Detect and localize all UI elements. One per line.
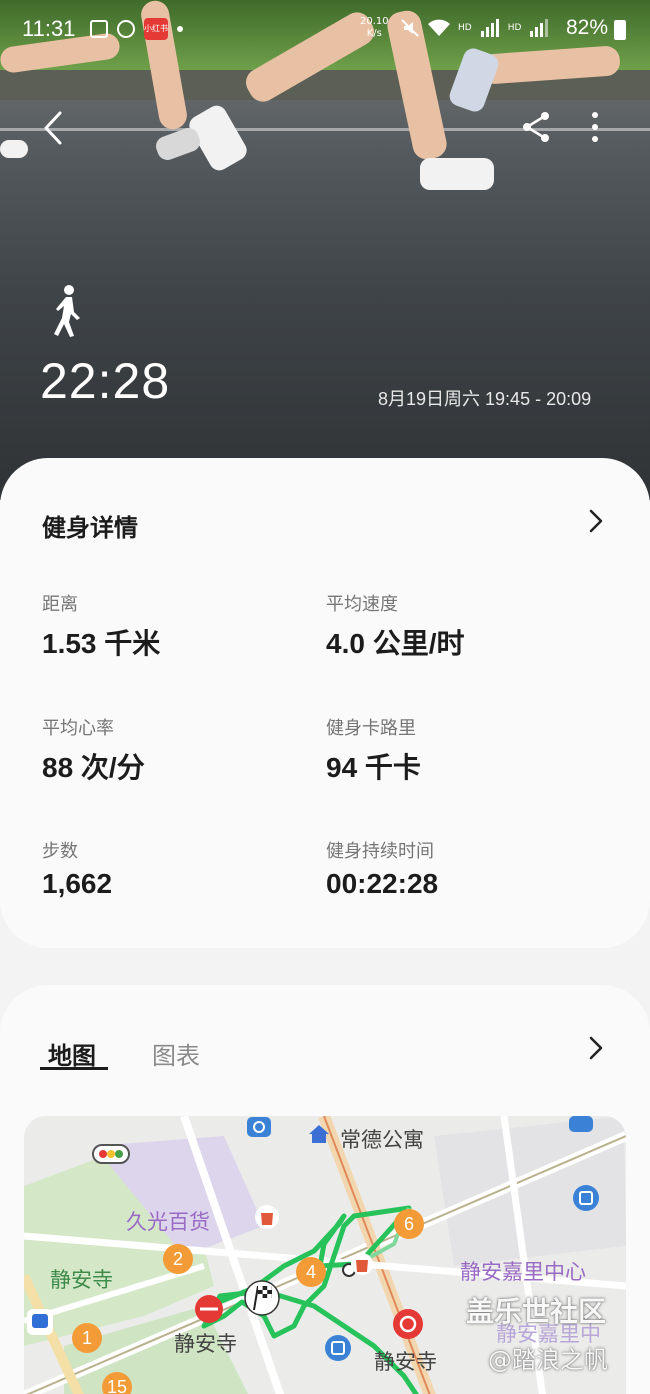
- stat-label-avg-heart-rate: 平均心率: [42, 718, 114, 739]
- metro-icon: [393, 1309, 423, 1339]
- workout-date-range: 8月19日周六 19:45 - 20:09: [378, 389, 592, 409]
- watermark-community: 盖乐世社区: [466, 1295, 607, 1328]
- tab-map[interactable]: 地图: [48, 1036, 96, 1071]
- home-icon: [309, 1125, 329, 1143]
- walk-icon: [54, 285, 80, 337]
- stat-value-calories: 94 千卡: [326, 752, 421, 783]
- network-speed: 20.10 K/s: [360, 16, 389, 40]
- map-label-jiuguang: 久光百货: [126, 1210, 210, 1234]
- accessible-icon: [573, 1185, 599, 1211]
- xiaohongshu-icon: 小红书: [144, 18, 168, 40]
- status-bar: 11:31 小红书 20.10 K/s HD HD 82%: [0, 0, 650, 58]
- hero-lane-line: [0, 128, 650, 131]
- hd-indicator-icon: HD: [458, 23, 472, 33]
- traffic-light-icon[interactable]: [92, 1144, 130, 1164]
- more-options-icon[interactable]: [584, 110, 606, 144]
- watermark-author: @踏浪之帆: [488, 1346, 608, 1374]
- stat-label-avg-speed: 平均速度: [326, 594, 398, 615]
- accessible-icon: [247, 1117, 271, 1137]
- stat-value-steps: 1,662: [42, 868, 113, 899]
- stat-label-duration: 健身持续时间: [326, 841, 434, 862]
- back-button[interactable]: [38, 110, 68, 146]
- route-marker[interactable]: 6: [394, 1209, 424, 1239]
- map-label-kerry-centre: 静安嘉里中心: [460, 1260, 586, 1284]
- finish-flag-icon: [244, 1280, 280, 1316]
- bus-icon: [27, 1309, 53, 1335]
- stat-label-steps: 步数: [42, 841, 78, 862]
- share-icon[interactable]: [520, 110, 552, 144]
- chevron-right-icon[interactable]: [586, 1035, 606, 1061]
- status-time: 11:31: [22, 16, 76, 41]
- tab-chart[interactable]: 图表: [152, 1036, 200, 1071]
- route-marker[interactable]: 4: [296, 1257, 326, 1287]
- gallery-icon: [90, 20, 108, 38]
- battery-percent: 82%: [566, 16, 609, 39]
- signal-icon: [530, 19, 549, 37]
- stat-label-calories: 健身卡路里: [326, 718, 416, 739]
- hd-indicator-icon: HD: [507, 23, 522, 33]
- route-marker[interactable]: 15: [102, 1372, 132, 1394]
- map-label-jingansi-park: 静安寺: [50, 1268, 113, 1292]
- mute-icon: [401, 19, 419, 37]
- route-marker[interactable]: 1: [72, 1323, 102, 1353]
- accessible-icon: [325, 1335, 351, 1361]
- map-label-jingansi-station: 静安寺: [174, 1332, 237, 1356]
- network-speed-value: 20.10: [360, 16, 389, 27]
- runner-shoe: [420, 158, 494, 190]
- signal-icon: [480, 19, 499, 37]
- workout-duration: 22:28: [40, 353, 171, 409]
- active-tab-indicator: [40, 1067, 108, 1070]
- wifi-icon: [428, 19, 450, 36]
- notification-dot-icon: [177, 26, 183, 32]
- network-speed-unit: K/s: [366, 28, 382, 39]
- accessible-icon: [569, 1116, 593, 1132]
- alarm-icon: [117, 20, 135, 38]
- map-label-changde: 常德公寓: [340, 1128, 424, 1152]
- workout-detail-screen: 11:31 小红书 20.10 K/s HD HD 82% 22:28 8月19…: [0, 0, 650, 1394]
- metro-icon: [195, 1295, 223, 1323]
- status-right-icons: HD HD: [400, 18, 549, 38]
- route-marker[interactable]: 2: [163, 1244, 193, 1274]
- shopping-bag-icon: [351, 1253, 373, 1275]
- stat-value-avg-speed: 4.0 公里/时: [326, 628, 465, 659]
- stat-value-avg-heart-rate: 88 次/分: [42, 752, 145, 783]
- status-left-icons: 小红书: [90, 18, 183, 40]
- details-title: 健身详情: [42, 514, 138, 542]
- hero-photo: [0, 0, 650, 500]
- chevron-right-icon[interactable]: [586, 508, 606, 534]
- runner-shoe: [0, 140, 28, 158]
- stat-value-distance: 1.53 千米: [42, 628, 161, 659]
- stat-label-distance: 距离: [42, 594, 78, 615]
- map-label-jingansi-station-2: 静安寺: [374, 1350, 437, 1374]
- shopping-bag-icon: [255, 1205, 279, 1229]
- battery-icon: [614, 20, 626, 40]
- stat-value-duration: 00:22:28: [326, 868, 439, 899]
